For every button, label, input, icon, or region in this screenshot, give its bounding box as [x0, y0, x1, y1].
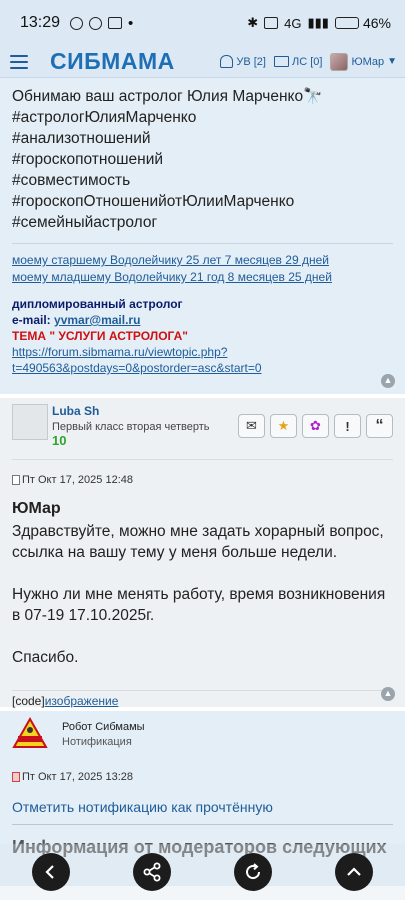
battery-percent: 46% [362, 15, 391, 31]
post-luba-sh: Luba Sh Первый класс вторая четверть 10 … [0, 398, 405, 711]
post-paragraph: Нужно ли мне менять работу, время возник… [12, 586, 386, 624]
chevron-down-icon: ▼ [387, 56, 397, 67]
signature-line: Обнимаю ваш астролог Юлия Марченко🔭 [12, 88, 323, 105]
more-dots-icon: • [128, 14, 134, 32]
addressee: ЮМар [12, 500, 61, 517]
sync-icon [70, 16, 84, 30]
email-link[interactable]: yvmar@mail.ru [54, 313, 140, 327]
post-attachment-line: [code]изображение [12, 690, 393, 708]
app-header: СИБМАМА УВ [2] ЛС [0] ЮМар ▼ [0, 46, 405, 78]
author-rank: Первый класс вторая четверть [52, 421, 210, 433]
vibrate-icon [264, 17, 279, 29]
signature-line: #совместимость [12, 172, 131, 189]
topic-url-line2[interactable]: t=490563&postdays=0&postorder=asc&start=… [12, 360, 393, 376]
signal-icon: ▮▮▮ [307, 15, 329, 30]
back-button[interactable] [31, 853, 70, 891]
menu-icon[interactable] [10, 54, 28, 69]
author-rank-number: 10 [52, 433, 67, 448]
post-date-text: Пт Окт 17, 2025 12:48 [22, 474, 133, 486]
clock: 13:29 [20, 14, 61, 31]
ticker-link-older-son[interactable]: моему старшему Водолейчику 25 лет 7 меся… [12, 252, 393, 269]
signature-line: #гороскопОтношенийотЮлииМарченко [12, 193, 295, 210]
messages-label: ЛС [0] [292, 55, 323, 68]
favorite-button[interactable]: ★ [270, 414, 297, 438]
topic-url-line1[interactable]: https://forum.sibmama.ru/viewtopic.php? [12, 344, 393, 360]
share-button[interactable] [132, 853, 171, 891]
bell-icon [220, 55, 234, 68]
post-paragraph: Здравствуйте, можно мне задать хорарный … [12, 523, 384, 561]
signature-hashtags: Обнимаю ваш астролог Юлия Марченко🔭 #аст… [12, 86, 393, 233]
back-to-top-icon[interactable]: ▲ [381, 374, 395, 388]
status-bar: 13:29 • ✱ 4G ▮▮▮ 46% [0, 0, 405, 46]
report-button[interactable]: ! [334, 414, 361, 438]
username: ЮМар [351, 55, 385, 68]
signature-line: #семейныйастролог [12, 214, 158, 231]
post-header: Luba Sh Первый класс вторая четверть 10 … [12, 398, 393, 460]
signature-contacts: дипломированный астролог e-mail: yvmar@m… [12, 296, 393, 376]
post-actions: ✉ ★ ✿ ! “ [238, 414, 393, 438]
refresh-button[interactable] [234, 853, 273, 891]
post-signature-block: Обнимаю ваш астролог Юлия Марченко🔭 #аст… [0, 78, 405, 398]
image-link[interactable]: изображение [45, 694, 119, 708]
star-icon: ★ [277, 418, 290, 433]
email-line: e-mail: yvmar@mail.ru [12, 312, 393, 328]
network-type: 4G [284, 15, 302, 31]
quote-button[interactable]: “ [366, 414, 393, 438]
email-label: e-mail: [12, 313, 55, 327]
post-body: ЮМар Здравствуйте, можно мне задать хора… [12, 498, 393, 668]
post-icon [12, 475, 20, 485]
ticker-link-younger-son[interactable]: моему младшему Водолейчику 21 год 8 меся… [12, 269, 393, 286]
share-icon [143, 862, 161, 882]
notifications-button[interactable]: УВ [2] [220, 55, 266, 68]
signature-divider [12, 243, 393, 244]
send-message-button[interactable]: ✉ [238, 414, 265, 438]
notifications-label: УВ [2] [236, 55, 266, 68]
post-author[interactable]: Робот Сибмамы [62, 721, 145, 733]
post-date: Пт Окт 17, 2025 13:28 [12, 771, 393, 783]
avatar[interactable] [12, 404, 48, 440]
bluetooth-icon: ✱ [247, 15, 259, 30]
cloud-icon [89, 16, 103, 30]
scroll-top-button[interactable] [335, 853, 374, 891]
battery-indicator: 46% [334, 15, 391, 31]
exclamation-icon: ! [345, 418, 350, 434]
user-avatar [330, 52, 349, 71]
mark-notification-read-link[interactable]: Отметить нотификацию как прочтённую [12, 799, 393, 815]
signature-line: #гороскопотношений [12, 151, 164, 168]
topic-label: ТЕМА " УСЛУГИ АСТРОЛОГА" [12, 329, 188, 343]
flower-icon: ✿ [310, 418, 321, 433]
chevron-up-icon [347, 867, 362, 876]
robot-avatar[interactable] [12, 716, 48, 751]
astrologer-title: дипломированный астролог [12, 297, 183, 311]
user-menu[interactable]: ЮМар ▼ [330, 52, 397, 71]
back-to-top-icon[interactable]: ▲ [381, 687, 395, 701]
post-paragraph: Спасибо. [12, 649, 79, 666]
post-author[interactable]: Luba Sh [52, 404, 238, 418]
envelope-icon [274, 56, 289, 67]
warning-sign-icon [12, 716, 48, 748]
signature-line: #анализотношений [12, 130, 151, 147]
post-date: Пт Окт 17, 2025 12:48 [12, 474, 393, 486]
quote-icon: “ [375, 417, 384, 434]
code-label: [code] [12, 694, 45, 708]
site-logo[interactable]: СИБМАМА [50, 48, 212, 75]
envelope-icon: ✉ [246, 418, 257, 433]
battery-icon [334, 17, 359, 29]
post-header: Робот Сибмамы Нотификация [12, 711, 393, 751]
messages-button[interactable]: ЛС [0] [274, 56, 322, 68]
author-rank: Нотификация [62, 735, 132, 748]
signature-line: #астрологЮлияМарченко [12, 109, 197, 126]
post-date-text: Пт Окт 17, 2025 13:28 [22, 771, 133, 783]
refresh-icon [246, 863, 261, 880]
chevron-left-icon [45, 865, 54, 879]
divider [12, 824, 393, 825]
flower-button[interactable]: ✿ [302, 414, 329, 438]
notification-icon [108, 17, 123, 29]
floating-navigation [0, 844, 405, 900]
post-new-icon [12, 772, 20, 782]
